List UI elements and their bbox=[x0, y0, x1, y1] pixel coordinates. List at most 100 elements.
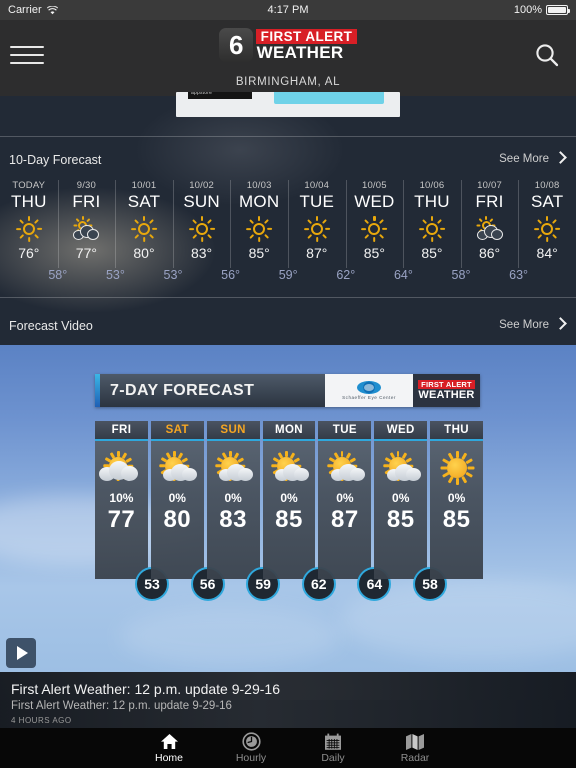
calendar-icon bbox=[324, 732, 342, 751]
forecast-day-name: THU bbox=[414, 192, 450, 211]
video-forecast-day-high: 85 bbox=[275, 506, 303, 533]
video-forecast-day-condition bbox=[155, 448, 199, 488]
video-forecast-day: THU 0% 85 bbox=[430, 421, 484, 579]
video-forecast-day-pop: 0% bbox=[280, 491, 298, 505]
sunny-icon bbox=[361, 216, 388, 242]
tab-home[interactable]: Home bbox=[128, 728, 210, 768]
brand-logo: 6 FIRST ALERT WEATHER bbox=[0, 28, 576, 62]
forecast-video-player[interactable]: 7-DAY FORECAST Schaeffer Eye Center FIRS… bbox=[0, 345, 576, 672]
partly-cloudy-icon bbox=[475, 216, 505, 242]
forecast-day-high: 76° bbox=[18, 245, 40, 261]
logo-weather-text: WEATHER bbox=[256, 42, 344, 62]
bottom-tab-bar: Home Hourly Daily Radar bbox=[0, 728, 576, 768]
video-sponsor-logo: Schaeffer Eye Center bbox=[325, 374, 413, 407]
chevron-right-icon bbox=[556, 318, 564, 331]
forecast-day-low: 53° bbox=[105, 268, 125, 282]
section-divider-top bbox=[0, 136, 576, 137]
forecast-day-column[interactable]: 9/30 FRI 77° bbox=[57, 178, 116, 270]
forecast-day-low: 58° bbox=[451, 268, 471, 282]
video-forecast-day: TUE 0% 87 bbox=[318, 421, 372, 579]
video-forecast-day-name: WED bbox=[374, 421, 428, 441]
ten-day-title: 10-Day Forecast bbox=[9, 153, 102, 167]
sun-cloud-icon bbox=[211, 451, 255, 485]
sunny-icon bbox=[188, 216, 215, 242]
forecast-day-low: 62° bbox=[336, 268, 356, 282]
forecast-video-see-more-button[interactable]: See More bbox=[499, 318, 564, 331]
tab-daily[interactable]: Daily bbox=[292, 728, 374, 768]
forecast-day-condition bbox=[15, 214, 42, 244]
forecast-day-column[interactable]: 10/05 WED 85° bbox=[345, 178, 404, 270]
eye-icon bbox=[357, 381, 381, 394]
video-graphic-headline: 7-DAY FORECAST bbox=[100, 374, 325, 407]
promo-action-button[interactable] bbox=[274, 92, 384, 104]
ten-day-columns: TODAY THU 76° 9/30 FRI 77° 10/01 SAT 80° 10/02 SUN… bbox=[0, 178, 576, 270]
forecast-day-date: TODAY bbox=[12, 180, 46, 191]
forecast-day-low: 53° bbox=[163, 268, 183, 282]
video-seven-day-grid: FRI 10% 77 53 SAT 0% 80 56 SUN 0% 83 59 MON 0% 85 62 TUE… bbox=[95, 421, 484, 601]
tab-radar[interactable]: Radar bbox=[374, 728, 456, 768]
video-sponsor-name: Schaeffer Eye Center bbox=[342, 395, 396, 400]
forecast-day-column[interactable]: 10/04 TUE 87° bbox=[287, 178, 346, 270]
video-brand-line2: WEATHER bbox=[418, 389, 475, 401]
forecast-day-column[interactable]: 10/02 SUN 83° bbox=[172, 178, 231, 270]
promo-card[interactable]: appstore bbox=[176, 92, 400, 117]
ten-day-section-header: 10-Day Forecast See More bbox=[0, 146, 576, 178]
forecast-day-condition bbox=[534, 214, 561, 244]
forecast-day-high: 84° bbox=[536, 245, 558, 261]
forecast-day-column[interactable]: 10/06 THU 85° bbox=[403, 178, 461, 270]
video-forecast-day-name: SAT bbox=[150, 421, 204, 441]
forecast-day-date: 10/04 bbox=[304, 180, 330, 191]
search-icon[interactable] bbox=[532, 40, 562, 70]
video-forecast-day: SAT 0% 80 bbox=[150, 421, 204, 579]
ten-day-forecast[interactable]: TODAY THU 76° 9/30 FRI 77° 10/01 SAT 80° 10/02 SUN… bbox=[0, 178, 576, 296]
video-forecast-day: MON 0% 85 bbox=[262, 421, 316, 579]
tab-home-label: Home bbox=[154, 752, 183, 764]
sunny-icon bbox=[419, 216, 446, 242]
video-forecast-day-condition bbox=[267, 448, 311, 488]
status-bar-right: 100% bbox=[514, 4, 570, 16]
forecast-day-name: FRI bbox=[475, 192, 504, 211]
tab-hourly[interactable]: Hourly bbox=[210, 728, 292, 768]
forecast-day-name: THU bbox=[11, 192, 47, 211]
sunny-icon bbox=[15, 216, 42, 242]
video-meta-subtitle: First Alert Weather: 12 p.m. update 9-29… bbox=[11, 700, 232, 712]
video-meta-age: 4 HOURS AGO bbox=[11, 716, 72, 725]
forecast-day-column[interactable]: 10/03 MON 85° bbox=[230, 178, 288, 270]
chevron-right-icon bbox=[556, 152, 564, 165]
forecast-day-name: FRI bbox=[72, 192, 101, 211]
forecast-day-column[interactable]: TODAY THU 76° bbox=[0, 178, 58, 270]
play-icon[interactable] bbox=[6, 638, 36, 668]
forecast-day-date: 10/08 bbox=[534, 180, 560, 191]
app-header: 6 FIRST ALERT WEATHER BIRMINGHAM, AL bbox=[0, 20, 576, 96]
forecast-day-date: 10/03 bbox=[246, 180, 272, 191]
video-brand-line1: FIRST ALERT bbox=[418, 380, 475, 389]
forecast-day-name: SAT bbox=[530, 192, 564, 211]
video-forecast-day-condition bbox=[323, 448, 367, 488]
forecast-day-high: 87° bbox=[306, 245, 328, 261]
forecast-day-high: 83° bbox=[190, 245, 213, 261]
ten-day-see-more-label: See More bbox=[499, 152, 549, 165]
forecast-day-column[interactable]: 10/08 SAT 84° bbox=[518, 178, 576, 270]
video-forecast-day-pop: 0% bbox=[336, 491, 354, 505]
video-forecast-day-name: THU bbox=[430, 421, 484, 441]
forecast-day-name: TUE bbox=[299, 192, 335, 211]
forecast-day-high: 86° bbox=[478, 245, 501, 261]
video-forecast-day-high: 77 bbox=[107, 506, 136, 533]
forecast-day-condition bbox=[188, 214, 215, 244]
sunny-icon bbox=[246, 216, 273, 242]
forecast-day-low: 58° bbox=[48, 268, 68, 282]
clock-icon bbox=[241, 732, 261, 751]
video-forecast-day-name: SUN bbox=[206, 421, 260, 441]
forecast-day-date: 10/07 bbox=[477, 180, 502, 191]
section-divider-middle bbox=[0, 297, 576, 298]
promo-chip-label: appstore bbox=[191, 92, 213, 96]
forecast-video-title: Forecast Video bbox=[9, 319, 93, 333]
forecast-video-section-header: Forecast Video See More bbox=[0, 312, 576, 344]
video-meta[interactable]: First Alert Weather: 12 p.m. update 9-29… bbox=[0, 672, 576, 728]
video-forecast-day-condition bbox=[211, 448, 255, 488]
battery-full-icon bbox=[546, 5, 570, 15]
ten-day-see-more-button[interactable]: See More bbox=[499, 152, 564, 165]
forecast-day-column[interactable]: 10/01 SAT 80° bbox=[115, 178, 173, 270]
forecast-day-column[interactable]: 10/07 FRI 86° bbox=[460, 178, 519, 270]
ten-day-low-temps: 58° 53° 53° 56° 59° 62° 64° 58° 63° bbox=[0, 268, 576, 290]
